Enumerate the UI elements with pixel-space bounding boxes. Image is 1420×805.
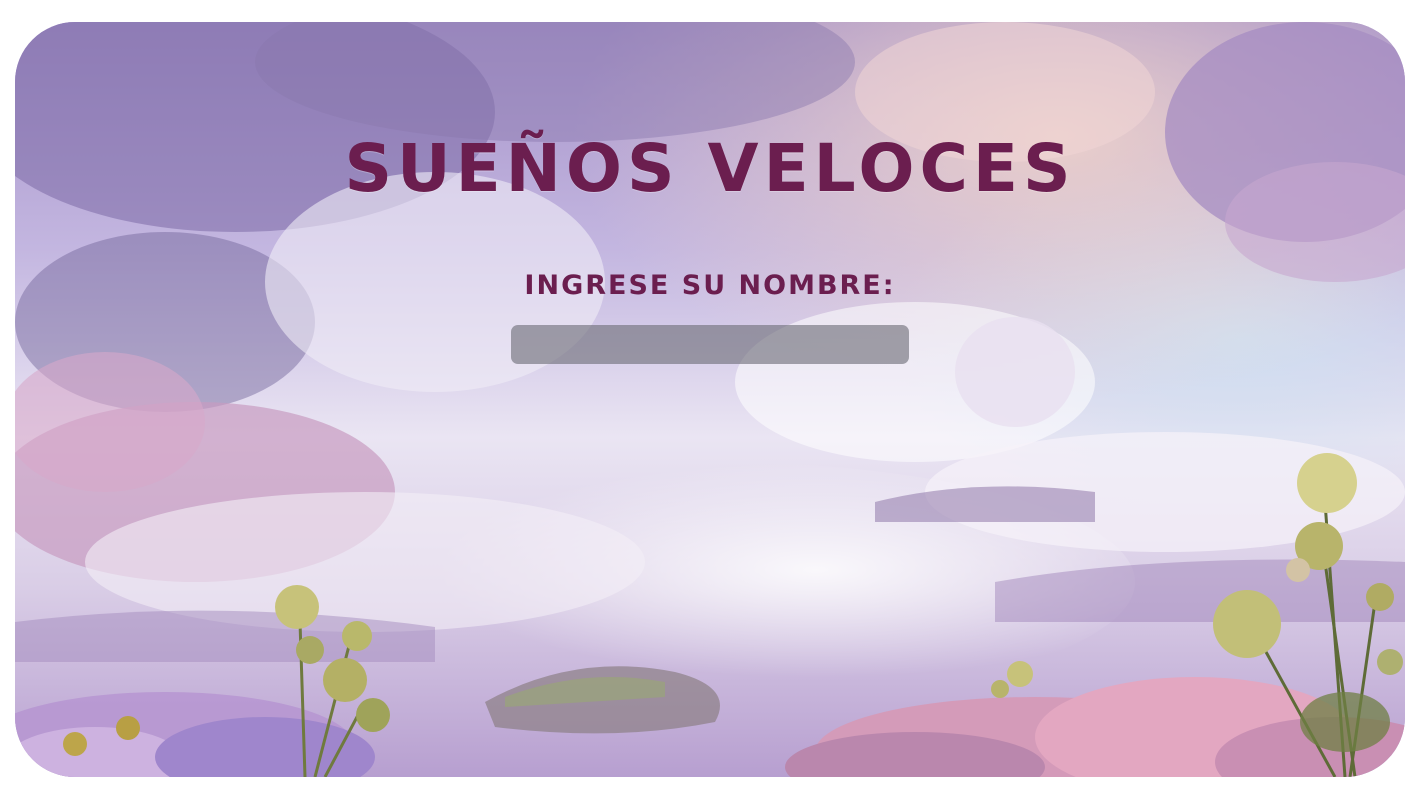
game-window: SUEÑOS VELOCES INGRESE SU NOMBRE:: [15, 22, 1405, 777]
name-prompt-label: INGRESE SU NOMBRE:: [524, 270, 896, 301]
game-title: SUEÑOS VELOCES: [344, 130, 1076, 207]
player-name-input[interactable]: [511, 325, 909, 364]
